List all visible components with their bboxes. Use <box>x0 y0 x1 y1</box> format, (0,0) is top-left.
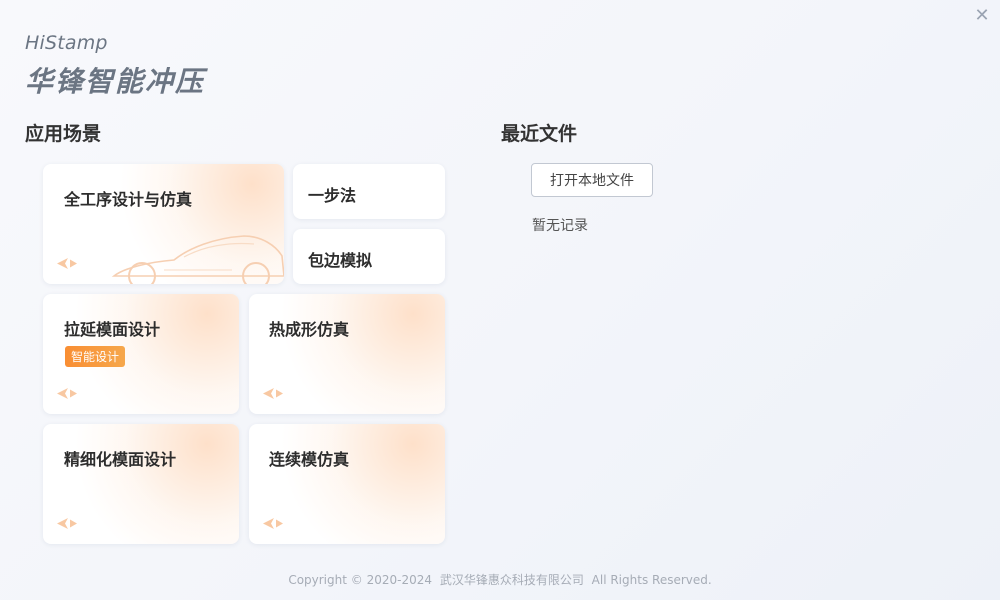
open-local-file-button[interactable]: 打开本地文件 <box>531 163 653 197</box>
smart-design-badge: 智能设计 <box>65 346 126 367</box>
scene-card-label: 全工序设计与仿真 <box>64 190 193 209</box>
scene-card-label: 包边模拟 <box>308 251 373 270</box>
arrow-icon <box>263 388 283 399</box>
scene-card-label: 热成形仿真 <box>269 320 350 339</box>
arrow-icon <box>57 388 77 399</box>
brand-logo-cn: 华锋智能冲压 <box>25 65 206 98</box>
scene-card-label: 拉延模面设计 <box>64 320 161 339</box>
scene-card-label: 精细化模面设计 <box>64 450 177 469</box>
footer-rights: All Rights Reserved. <box>591 573 712 587</box>
arrow-icon <box>263 518 283 529</box>
scene-card-refined-die-design[interactable]: 精细化模面设计 <box>43 424 239 544</box>
arrow-icon <box>57 258 77 269</box>
recent-files-title: 最近文件 <box>501 123 578 145</box>
scene-card-progressive-die[interactable]: 连续模仿真 <box>249 424 445 544</box>
footer: Copyright © 2020-2024 武汉华锋惠众科技有限公司 All R… <box>0 571 1000 588</box>
brand-logo-en: HiStamp <box>25 32 108 54</box>
scenes-title: 应用场景 <box>25 123 102 145</box>
scene-card-hemming[interactable]: 包边模拟 <box>293 229 445 284</box>
footer-company: 武汉华锋惠众科技有限公司 <box>439 573 584 587</box>
footer-copyright: Copyright © 2020-2024 <box>288 573 432 587</box>
scene-card-label: 连续模仿真 <box>269 450 350 469</box>
no-records-text: 暂无记录 <box>532 218 588 234</box>
scene-card-one-step[interactable]: 一步法 <box>293 164 445 219</box>
car-silhouette-icon <box>111 235 284 284</box>
scene-card-label: 一步法 <box>308 186 357 205</box>
close-icon: ✕ <box>974 5 990 26</box>
scene-card-full-process[interactable]: 全工序设计与仿真 <box>43 164 284 284</box>
scene-card-hot-forming[interactable]: 热成形仿真 <box>249 294 445 414</box>
scene-card-draw-die-design[interactable]: 拉延模面设计 智能设计 <box>43 294 239 414</box>
arrow-icon <box>57 518 77 529</box>
close-button[interactable]: ✕ <box>972 6 992 26</box>
